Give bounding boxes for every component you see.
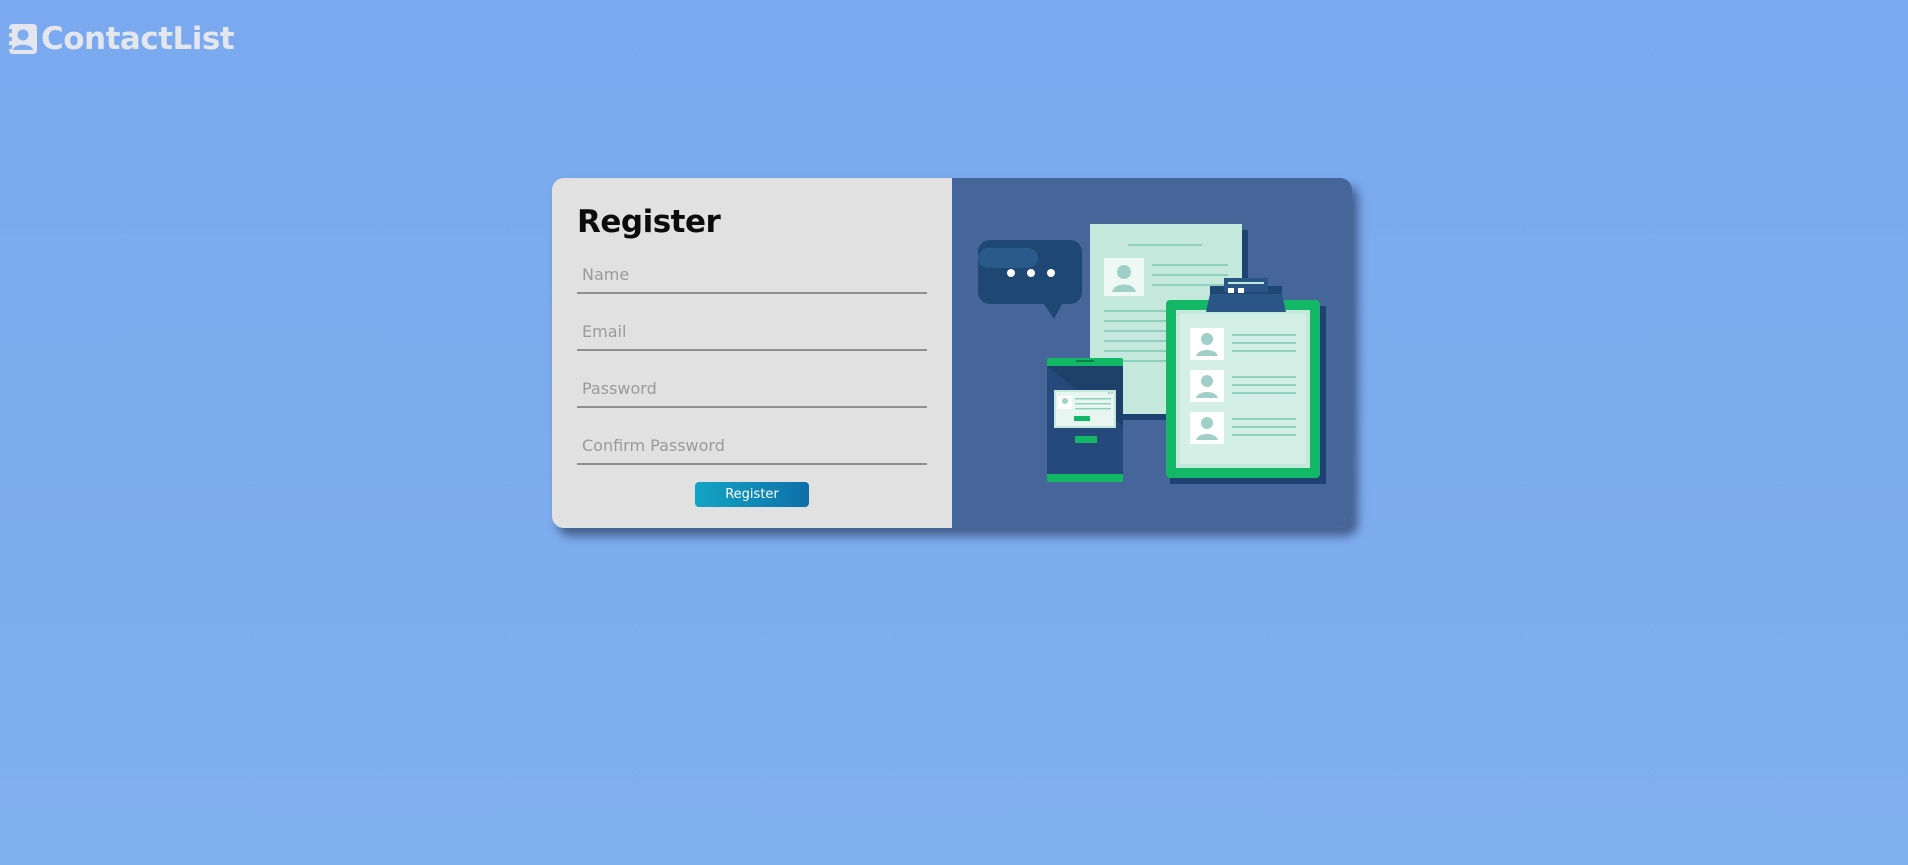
register-form: Register Register bbox=[552, 178, 952, 528]
register-button-container: Register bbox=[577, 482, 927, 507]
register-card: Register Register bbox=[552, 178, 1352, 528]
confirm-password-field-wrapper bbox=[577, 427, 927, 467]
password-input[interactable] bbox=[577, 370, 927, 408]
brand-logo[interactable]: ContactList bbox=[9, 20, 235, 58]
brand-name: ContactList bbox=[41, 21, 235, 57]
name-field-wrapper bbox=[577, 256, 927, 296]
email-field-wrapper bbox=[577, 313, 927, 353]
register-title: Register bbox=[577, 204, 721, 240]
clipboard-contacts-icon bbox=[1166, 278, 1326, 484]
chat-bubble-icon bbox=[978, 240, 1082, 319]
register-button[interactable]: Register bbox=[695, 482, 809, 507]
phone-profile-icon bbox=[1047, 358, 1123, 482]
contacts-illustration bbox=[978, 224, 1326, 484]
confirm-password-input[interactable] bbox=[577, 427, 927, 465]
password-field-wrapper bbox=[577, 370, 927, 410]
name-input[interactable] bbox=[577, 256, 927, 294]
contact-book-icon bbox=[9, 24, 37, 54]
email-input[interactable] bbox=[577, 313, 927, 351]
illustration-panel bbox=[952, 178, 1352, 528]
